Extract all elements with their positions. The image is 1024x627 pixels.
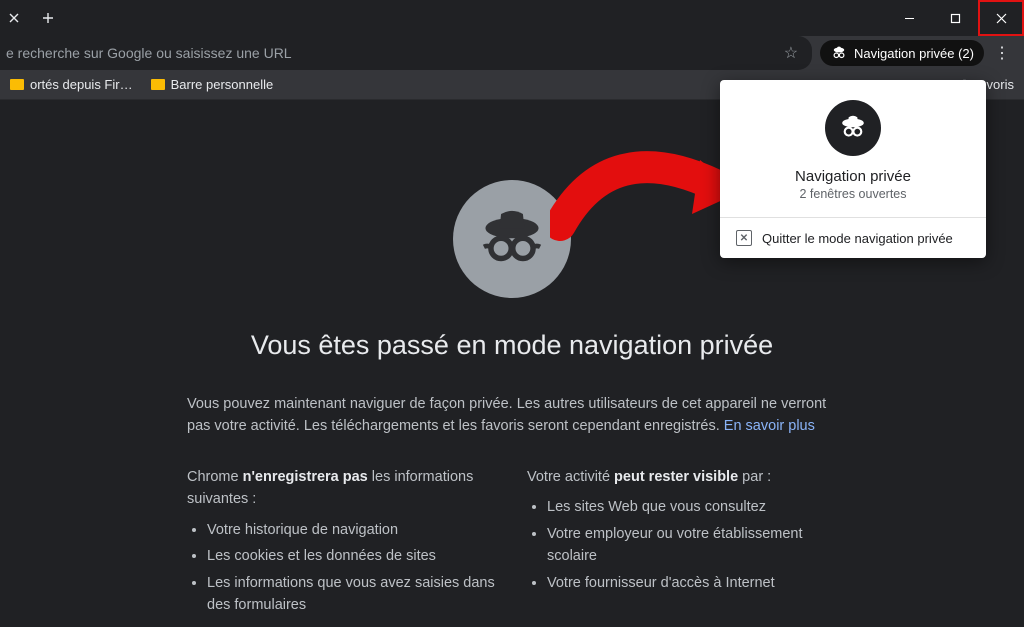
incognito-icon	[825, 100, 881, 156]
list-item: Votre fournisseur d'accès à Internet	[547, 572, 837, 594]
window-close-button[interactable]	[978, 0, 1024, 36]
list-item: Votre employeur ou votre établissement s…	[547, 523, 837, 568]
title-bar	[0, 0, 1024, 36]
tab-close-button[interactable]	[0, 0, 28, 36]
incognito-icon	[830, 44, 848, 62]
column-still-visible: Votre activité peut rester visible par :…	[527, 466, 837, 621]
folder-icon	[151, 79, 165, 90]
bookmark-star-icon[interactable]: ☆	[784, 43, 798, 63]
bookmark-item[interactable]: Barre personnelle	[151, 77, 274, 92]
column-not-saved: Chrome n'enregistrera pas les informatio…	[187, 466, 497, 621]
omnibox[interactable]: e recherche sur Google ou saisissez une …	[0, 36, 812, 70]
bookmark-label: Barre personnelle	[171, 77, 274, 92]
incognito-indicator-chip[interactable]: Navigation privée (2)	[820, 40, 984, 66]
window-maximize-button[interactable]	[932, 0, 978, 36]
list-item: Votre historique de navigation	[207, 519, 497, 541]
omnibox-placeholder: e recherche sur Google ou saisissez une …	[6, 45, 776, 61]
popup-action-label: Quitter le mode navigation privée	[762, 231, 953, 246]
incognito-popup: Navigation privée 2 fenêtres ouvertes ✕ …	[720, 80, 986, 258]
info-columns: Chrome n'enregistrera pas les informatio…	[187, 466, 837, 621]
lead-paragraph: Vous pouvez maintenant naviguer de façon…	[187, 393, 837, 438]
list-item: Les cookies et les données de sites	[207, 545, 497, 567]
learn-more-link[interactable]: En savoir plus	[724, 418, 815, 434]
close-window-icon: ✕	[736, 230, 752, 246]
menu-kebab-icon[interactable]: ⋮	[988, 43, 1016, 63]
incognito-chip-label: Navigation privée (2)	[854, 46, 974, 61]
popup-title: Navigation privée	[795, 168, 911, 185]
toolbar: e recherche sur Google ou saisissez une …	[0, 36, 1024, 70]
folder-icon	[10, 79, 24, 90]
list-item: Les informations que vous avez saisies d…	[207, 572, 497, 617]
quit-incognito-button[interactable]: ✕ Quitter le mode navigation privée	[720, 218, 986, 258]
popup-subtitle: 2 fenêtres ouvertes	[799, 187, 906, 201]
popup-header: Navigation privée 2 fenêtres ouvertes	[720, 80, 986, 217]
list-item: Les sites Web que vous consultez	[547, 496, 837, 518]
annotation-arrow	[550, 130, 740, 260]
bookmark-label: ortés depuis Fir…	[30, 77, 133, 92]
window-minimize-button[interactable]	[886, 0, 932, 36]
bookmark-item[interactable]: ortés depuis Fir…	[10, 77, 133, 92]
new-tab-button[interactable]	[34, 0, 62, 36]
page-title: Vous êtes passé en mode navigation privé…	[251, 330, 773, 361]
